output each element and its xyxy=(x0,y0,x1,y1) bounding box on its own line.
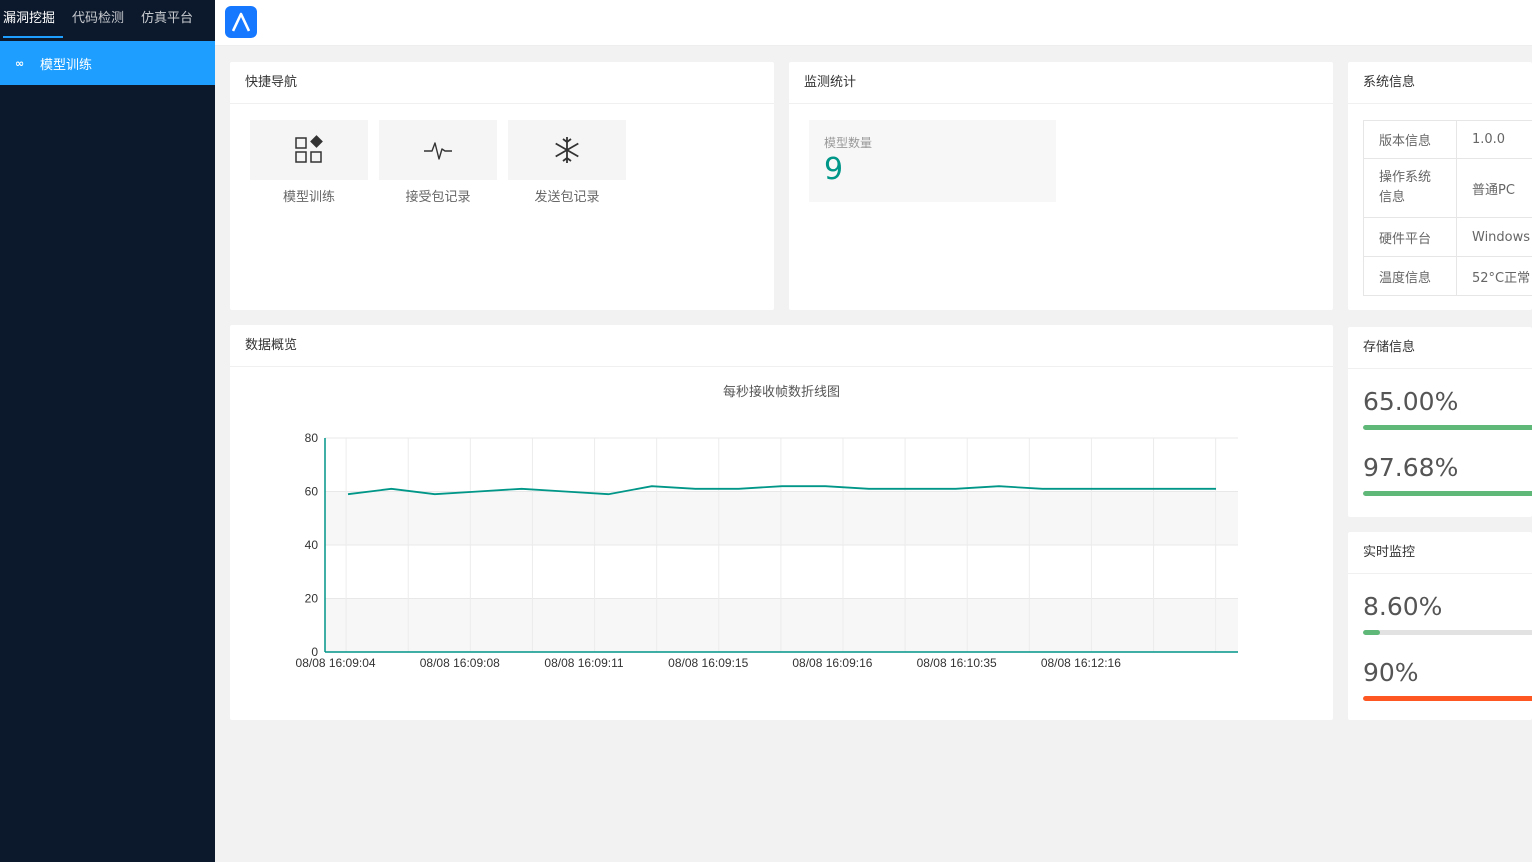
info-value: 1.0.0 xyxy=(1455,120,1532,159)
y-tick-label: 40 xyxy=(305,538,319,552)
snowflake-icon xyxy=(555,137,579,163)
cpu-progress xyxy=(1363,630,1532,635)
sidebar-item-model-training[interactable]: ∞ 模型训练 xyxy=(0,41,215,85)
storage-progress-2 xyxy=(1363,491,1532,496)
pulse-icon xyxy=(424,142,452,160)
progress-fill xyxy=(1363,425,1532,430)
card-title: 实时监控 xyxy=(1348,532,1532,574)
quick-nav-label: 模型训练 xyxy=(282,190,335,205)
tab-code-detection[interactable]: 代码检测 xyxy=(72,0,124,41)
logo-icon xyxy=(232,12,250,32)
tab-simulation-platform[interactable]: 仿真平台 xyxy=(141,0,193,41)
info-value: Windows xyxy=(1455,217,1532,257)
quick-nav-send-records[interactable]: 发送包记录 xyxy=(508,120,626,205)
info-key: 温度信息 xyxy=(1363,256,1457,296)
table-row: 版本信息 1.0.0 xyxy=(1363,120,1532,159)
memory-percent: 90% xyxy=(1363,658,1419,687)
grid-band xyxy=(325,491,1238,545)
storage-percent-2: 97.68% xyxy=(1363,453,1459,482)
progress-fill xyxy=(1363,491,1532,496)
y-tick-label: 20 xyxy=(305,592,319,606)
quick-nav-card: 快捷导航 模型训练 接受包记录 发送包记录 xyxy=(230,62,774,310)
quick-nav-receive-records[interactable]: 接受包记录 xyxy=(379,120,497,205)
top-header xyxy=(215,0,1532,46)
system-info-table: 版本信息 1.0.0 操作系统信息 普通PC 硬件平台 Windows 温度信息… xyxy=(1363,120,1532,296)
storage-percent-1: 65.00% xyxy=(1363,387,1459,416)
y-tick-label: 60 xyxy=(305,485,319,499)
card-title: 存储信息 xyxy=(1348,327,1532,369)
cpu-percent: 8.60% xyxy=(1363,592,1443,621)
tab-vuln-mining[interactable]: 漏洞挖掘 xyxy=(3,0,64,41)
x-tick-label: 08/08 16:09:11 xyxy=(544,656,624,670)
quick-nav-label: 接受包记录 xyxy=(405,190,471,205)
x-tick-label: 08/08 16:09:16 xyxy=(792,656,872,670)
system-info-card: 系统信息 版本信息 1.0.0 操作系统信息 普通PC 硬件平台 Windows… xyxy=(1348,62,1532,310)
progress-fill xyxy=(1363,696,1532,701)
storage-progress-1 xyxy=(1363,425,1532,430)
info-value: 52°C正常 xyxy=(1455,256,1532,296)
apps-icon xyxy=(295,135,323,163)
stat-value: 9 xyxy=(824,152,844,187)
link-icon: ∞ xyxy=(15,56,25,70)
realtime-monitor-card: 实时监控 8.60% 90% xyxy=(1348,532,1532,720)
y-tick-label: 80 xyxy=(305,431,319,445)
info-key: 操作系统信息 xyxy=(1363,158,1457,218)
monitor-stats-card: 监测统计 模型数量 9 xyxy=(789,62,1333,310)
app-logo[interactable] xyxy=(225,6,257,38)
grid-band xyxy=(325,438,1238,492)
grid-band xyxy=(325,545,1238,599)
x-tick-label: 08/08 16:12:16 xyxy=(1041,656,1121,670)
x-tick-label: 08/08 16:10:35 xyxy=(917,656,997,670)
sidebar: 漏洞挖掘 代码检测 仿真平台 ∞ 模型训练 xyxy=(0,0,215,862)
info-key: 硬件平台 xyxy=(1363,217,1457,257)
table-row: 温度信息 52°C正常 xyxy=(1363,256,1532,296)
info-key: 版本信息 xyxy=(1363,120,1457,159)
quick-nav-model-training[interactable]: 模型训练 xyxy=(250,120,368,205)
stat-label: 模型数量 xyxy=(824,136,873,150)
sidebar-item-label: 模型训练 xyxy=(40,57,93,73)
card-title: 系统信息 xyxy=(1348,62,1532,104)
data-overview-card: 数据概览 每秒接收帧数折线图 0 20 40 60 80 08/08 16:09:04 08… xyxy=(230,325,1333,720)
progress-fill xyxy=(1363,630,1381,635)
x-tick-label: 08/08 16:09:08 xyxy=(420,656,500,670)
model-count-stat[interactable]: 模型数量 9 xyxy=(809,120,1056,202)
x-tick-label: 08/08 16:09:04 xyxy=(296,656,376,670)
top-tabs: 漏洞挖掘 代码检测 仿真平台 xyxy=(0,0,215,41)
card-title: 快捷导航 xyxy=(230,62,774,104)
table-row: 硬件平台 Windows xyxy=(1363,217,1532,257)
x-tick-label: 08/08 16:09:15 xyxy=(668,656,748,670)
quick-nav-label: 发送包记录 xyxy=(534,190,600,205)
line-chart: 02040608008/08 16:09:04 08/08 16:09:08 08/… xyxy=(296,431,1238,670)
memory-progress xyxy=(1363,696,1532,701)
card-title: 监测统计 xyxy=(789,62,1333,104)
storage-info-card: 存储信息 65.00% 97.68% xyxy=(1348,327,1532,517)
info-value: 普通PC xyxy=(1455,158,1532,218)
table-row: 操作系统信息 普通PC xyxy=(1363,158,1532,218)
grid-band xyxy=(325,598,1238,652)
